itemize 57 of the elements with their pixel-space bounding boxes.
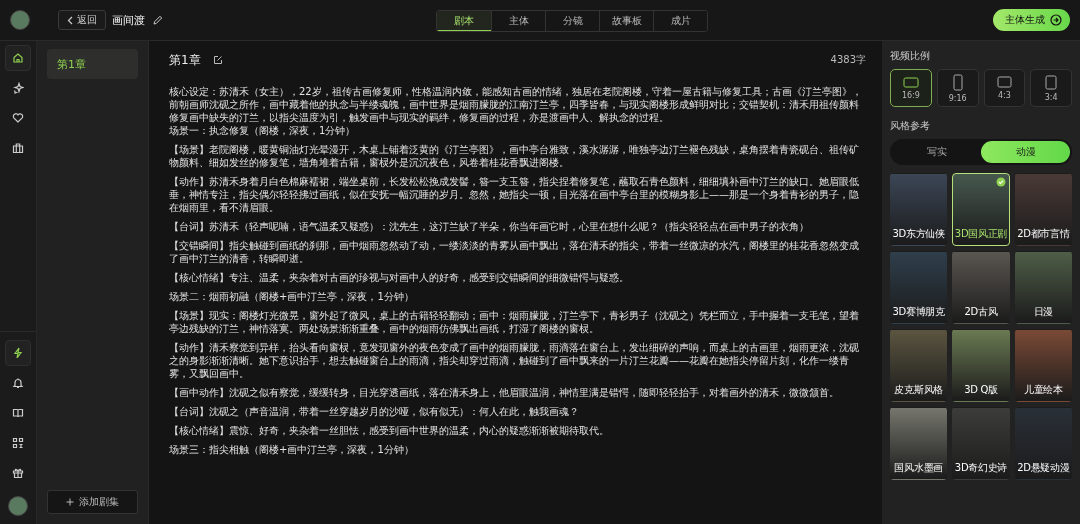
style-card[interactable]: 日漫 — [1014, 251, 1072, 324]
style-card[interactable]: 2D都市言情 — [1014, 173, 1072, 246]
style-card[interactable]: 3D赛博朋克 — [890, 251, 948, 324]
script-paragraph: 【场景】现实：阁楼灯光微晃，窗外起了微风，桌上的古籍轻轻翻动；画中：烟雨朦胧，汀兰亭下，青衫男子（沈砚之）凭栏而立，手中握着一支毛笔，望着亭边残缺的汀兰，神情落寞。两处场景渐渐重叠，画中的烟雨仿佛飘出画纸，打湿了阁楼的窗棂。 — [169, 309, 860, 335]
screen-shape-icon — [952, 73, 963, 91]
avatar-icon[interactable] — [8, 496, 28, 516]
script-paragraph: 【核心情绪】专注、温柔，夹杂着对古画的珍视与对画中人的好奇，感受到交错瞬间的细微错愕与疑惑。 — [169, 271, 630, 284]
script-paragraph: 场景二：烟雨初融（阁楼+画中汀兰亭，深夜，1分钟） — [169, 290, 415, 303]
ratio-option[interactable]: 16:9 — [890, 69, 932, 107]
style-card[interactable]: 皮克斯风格 — [890, 329, 948, 402]
script-paragraph: 场景一：执念修复（阁楼，深夜，1分钟） — [169, 124, 357, 137]
ratio-option[interactable]: 9:16 — [936, 69, 979, 107]
script-paragraph: 【交错瞬间】指尖触碰到画纸的刹那，画中烟雨忽然动了动，一缕淡淡的青雾从画中飘出，落在清禾的指尖，带着一丝微凉的水汽，阁楼里的桂花香忽然变成了画中汀兰的清香，转瞬即逝。 — [169, 239, 860, 265]
section-title: 风格参考 — [890, 119, 931, 133]
style-card[interactable]: 3D国风正剧 — [952, 173, 1010, 246]
style-card[interactable]: 国风水墨画 — [890, 407, 948, 480]
back-button[interactable]: 返回 — [58, 10, 106, 30]
tab[interactable]: 成片 — [653, 11, 707, 31]
screen-shape-icon — [902, 76, 919, 88]
home-icon[interactable] — [5, 45, 31, 71]
chapter-title: 第1章 — [169, 51, 201, 69]
tab[interactable]: 剧本 — [437, 11, 491, 31]
screen-shape-icon — [1045, 74, 1058, 90]
add-episode-button[interactable]: 添加剧集 — [47, 490, 138, 514]
script-paragraph: 【场景】老院阁楼，暖黄铜油灯光晕漫开，木桌上铺着泛黄的《汀兰亭图》，画中亭台雅致，溪水潺潺，唯独亭边汀兰褪色残缺，桌角摆着青瓷砚台、祖传矿物颜料、细如发丝的修复笔，墙角堆着古籍，窗棂外是沉沉夜色，风卷着桂花香飘进阁楼。 — [169, 143, 860, 169]
script-paragraph: 【台词】沈砚之（声音温润，带着一丝穿越岁月的沙哑，似有似无）：何人在此，触我画魂？ — [169, 405, 580, 418]
project-title: 画间渡 — [112, 12, 145, 28]
edit-icon[interactable] — [212, 55, 223, 65]
script-paragraph: 场景三：指尖相触（阁楼+画中汀兰亭，深夜，1分钟） — [169, 443, 415, 456]
check-icon — [995, 177, 1006, 187]
script-paragraph: 核心设定：苏清禾（女主），22岁，祖传古画修复师，性格温润内敛，能感知古画的情绪，独居在老院阁楼，守着一屋古籍与修复工具；古画《汀兰亭图》，前朝画师沈砚之所作，画中藏着他的执念与半缕魂魄，画中世界是烟雨朦胧的江南汀兰亭，四季皆春，与现实阁楼形成鲜明对比；交错契机：清禾用祖传颜料修复画中缺失的汀兰，以指尖温度为引，触发画中与现实的羁绊，修复画的过程，亦是渡画中人、解执念的过程。 — [169, 85, 863, 124]
screen-shape-icon — [996, 76, 1012, 88]
style-card[interactable]: 3D东方仙侠 — [890, 173, 948, 246]
pencil-icon[interactable] — [153, 15, 163, 25]
word-count: 4383字 — [830, 53, 866, 67]
section-title: 视频比例 — [890, 49, 931, 63]
script-paragraph: 【核心情绪】震惊、好奇，夹杂着一丝胆怯，感受到画中世界的温柔，内心的疑惑渐渐被期待取代。 — [169, 424, 610, 437]
plus-icon — [66, 498, 74, 506]
style-card[interactable]: 儿童绘本 — [1014, 329, 1072, 402]
chapter-item[interactable]: 第1章 — [47, 49, 138, 79]
arrow-right-circle-icon — [1050, 14, 1062, 26]
mode-option[interactable]: 动漫 — [981, 141, 1070, 163]
ratio-option[interactable]: 3:4 — [1030, 69, 1072, 107]
chevron-left-icon — [67, 15, 73, 25]
style-card[interactable]: 2D古风 — [952, 251, 1010, 324]
script-paragraph: 【台词】苏清禾（轻声呢喃，语气温柔又疑惑）：沈先生，这汀兰缺了半朵，你当年画它时，心里在想什么呢？（指尖轻轻点在画中男子的衣角） — [169, 220, 810, 233]
script-paragraph: 【画中动作】沈砚之似有察觉，缓缓转身，目光穿透画纸，落在清禾身上，他眉眼温润，神情里满是错愕，随即轻轻抬手，对着画外的清禾，微微颔首。 — [169, 386, 840, 399]
avatar-icon[interactable] — [10, 10, 30, 30]
mode-option[interactable]: 写实 — [892, 141, 981, 163]
style-card[interactable]: 2D悬疑动漫 — [1014, 407, 1072, 480]
style-card[interactable]: 3D奇幻史诗 — [952, 407, 1010, 480]
style-card[interactable]: 3D Q版 — [952, 329, 1010, 402]
generate-button[interactable]: 主体生成 — [993, 9, 1070, 31]
script-paragraph: 【动作】苏清禾身着月白色棉麻襦裙，端坐桌前，长发松松挽成发髻，簪一支玉簪，指尖捏着修复笔，蘸取石青色颜料，细细填补画中汀兰的缺口。她眉眼低垂，神情专注，指尖偶尔轻轻拂过画纸，似在安抚一幅沉睡的岁月。忽然，她指尖一顿，目光落在画中亭台里的模糊身影上——那是一个身着青衫的男子，隐在烟雨里，看不清眉眼。 — [169, 175, 860, 214]
script-paragraph: 【动作】清禾察觉到异样，抬头看向窗棂，竟发现窗外的夜色变成了画中的烟雨朦胧，雨滴落在窗台上，发出细碎的声响，而桌上的古画里，烟雨更浓，沈砚之的身影渐渐清晰。她下意识抬手，想去触碰窗台上的雨滴，指尖却穿过雨滴，触碰到了画中飘来的一片汀兰花瓣——花瓣在她指尖停留片刻，化作一缕青雾，又飘回画中。 — [169, 341, 860, 380]
bolt-icon[interactable] — [5, 340, 31, 366]
ratio-option[interactable]: 4:3 — [983, 69, 1026, 107]
